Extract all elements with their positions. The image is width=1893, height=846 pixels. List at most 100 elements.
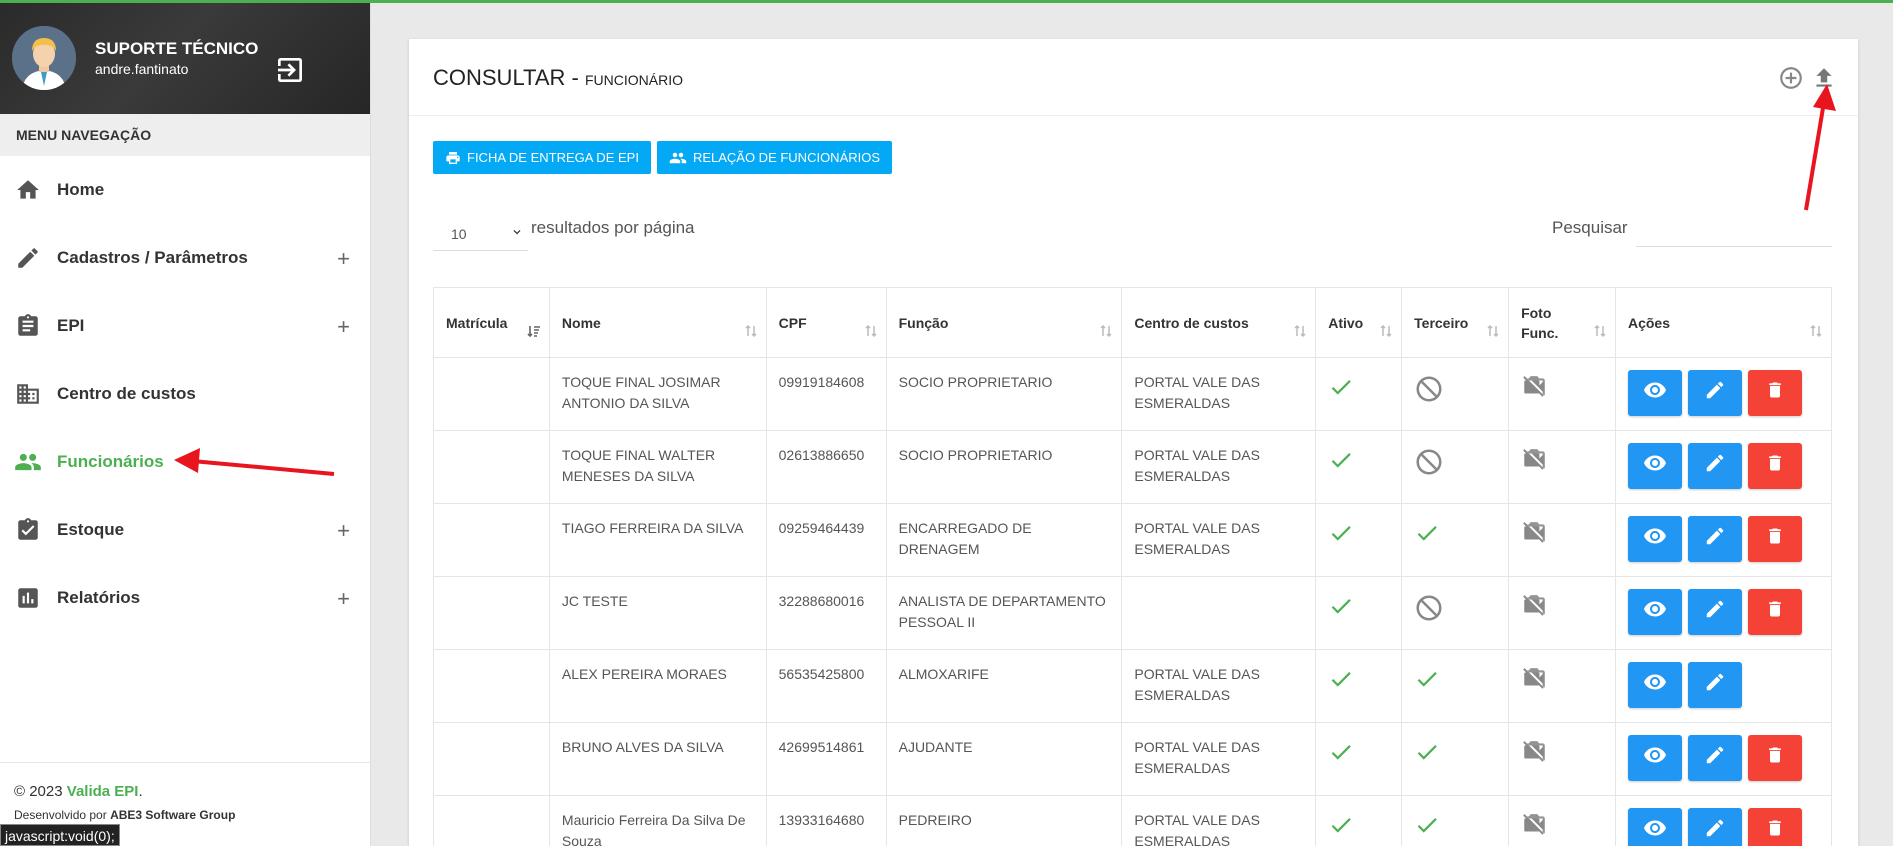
cell-terceiro [1401,503,1510,577]
trash-icon [1765,818,1785,844]
cell-ativo [1315,503,1403,577]
cell-foto [1508,430,1616,504]
expand-plus-icon[interactable]: + [337,586,350,612]
copyright: © 2023 Valida EPI. [14,783,357,800]
view-button[interactable] [1627,808,1682,846]
expand-plus-icon[interactable]: + [337,518,350,544]
column-header-nome[interactable]: Nome [548,287,767,358]
delete-button[interactable] [1747,443,1802,489]
search-label: Pesquisar [1552,218,1628,237]
sort-icon [1810,324,1822,338]
sort-icon [1294,324,1306,338]
view-button[interactable] [1627,662,1682,708]
sidebar-item-home[interactable]: Home [0,156,370,224]
column-header-matricula[interactable]: Matrícula [433,287,550,358]
column-header-ativo[interactable]: Ativo [1315,287,1403,358]
edit-button[interactable] [1687,589,1742,635]
cell-matricula [433,503,550,577]
sidebar-item-label: Home [57,180,105,199]
column-header-funcao[interactable]: Função [885,287,1123,358]
sidebar-item-label: Funcionários [57,452,164,471]
cell-cpf: 02613886650 [765,430,887,504]
copyright-suffix: . [138,783,143,800]
header-label: Ativo [1328,314,1364,331]
upload-icon[interactable] [1811,65,1837,91]
eye-icon [1643,816,1667,846]
sidebar-item-label: Centro de custos [57,384,196,403]
search-input[interactable] [1636,211,1832,247]
sidebar-item-epi[interactable]: EPI + [0,292,370,360]
edit-button[interactable] [1687,662,1742,708]
view-button[interactable] [1627,370,1682,416]
sort-icon [1594,324,1606,338]
user-login: andre.fantinato [95,61,189,77]
cell-matricula [433,722,550,796]
cell-cpf: 56535425800 [765,649,887,723]
ficha-epi-button[interactable]: FICHA DE ENTREGA DE EPI [433,141,651,174]
edit-button[interactable] [1687,808,1742,846]
delete-button[interactable] [1747,589,1802,635]
delete-button[interactable] [1747,370,1802,416]
brand-link[interactable]: Valida EPI [67,783,139,800]
sidebar-item-centro-de-custos[interactable]: Centro de custos [0,360,370,428]
cell-nome: TOQUE FINAL WALTER MENESES DA SILVA [548,430,767,504]
copyright-prefix: © 2023 [14,783,67,800]
expand-plus-icon[interactable]: + [337,314,350,340]
cell-ativo [1315,795,1403,846]
relacao-funcionarios-button[interactable]: RELAÇÃO DE FUNCIONÁRIOS [656,141,893,174]
cell-ativo [1315,357,1403,431]
edit-button[interactable] [1687,516,1742,562]
no-photo-icon [1521,376,1547,403]
cell-terceiro [1401,722,1510,796]
column-header-terceiro[interactable]: Terceiro [1401,287,1510,358]
edit-button[interactable] [1687,443,1742,489]
trash-icon [1765,599,1785,625]
header-label: Terceiro [1414,314,1469,331]
sidebar-item-relatorios[interactable]: Relatórios + [0,564,370,632]
eye-icon [1643,378,1667,408]
sidebar-item-estoque[interactable]: Estoque + [0,496,370,564]
cell-ativo [1315,722,1403,796]
cell-nome: Mauricio Ferreira Da Silva De Souza [548,795,767,846]
delete-button[interactable] [1747,516,1802,562]
add-circle-icon[interactable] [1778,65,1804,91]
table-row: TIAGO FERREIRA DA SILVA 09259464439 ENCARR… [433,503,1833,577]
delete-button[interactable] [1747,808,1802,846]
per-page-select[interactable]: 10 [433,215,528,251]
bar-chart-icon [14,584,42,612]
per-page-value: 10 [451,226,467,242]
sidebar-item-funcionarios[interactable]: Funcionários [0,428,370,496]
cell-acoes [1614,795,1833,846]
view-button[interactable] [1627,443,1682,489]
column-header-acoes[interactable]: Ações [1614,287,1833,358]
view-button[interactable] [1627,516,1682,562]
check-icon [1414,526,1440,549]
column-header-centro-de-custos[interactable]: Centro de custos [1121,287,1317,358]
dev-prefix: Desenvolvido por [14,808,111,822]
sidebar-item-label: Relatórios [57,588,141,607]
view-button[interactable] [1627,735,1682,781]
no-photo-icon [1521,595,1547,622]
sort-icon [1100,324,1112,338]
browser-status-bar: javascript:void(0); [0,824,120,846]
edit-button[interactable] [1687,370,1742,416]
cell-matricula [433,430,550,504]
edit-button[interactable] [1687,735,1742,781]
header-label: Matrícula [446,314,508,331]
content-card: CONSULTAR - FUNCIONÁRIO FICHA DE ENTREGA… [409,39,1858,846]
cell-centro-de-custos: PORTAL VALE DAS ESMERALDAS [1121,649,1317,723]
table-body: TOQUE FINAL JOSIMAR ANTONIO DA SILVA 0991… [433,357,1833,846]
pencil-icon [1704,598,1726,626]
column-header-foto-func[interactable]: Foto Func. [1508,287,1616,358]
no-photo-icon [1521,741,1547,768]
view-button[interactable] [1627,589,1682,635]
delete-button[interactable] [1747,735,1802,781]
logout-icon[interactable] [274,54,306,86]
column-header-cpf[interactable]: CPF [765,287,887,358]
sidebar-item-cadastros[interactable]: Cadastros / Parâmetros + [0,224,370,292]
cell-foto [1508,649,1616,723]
developer-credit: Desenvolvido por ABE3 Software Group [14,808,357,822]
expand-plus-icon[interactable]: + [337,246,350,272]
cell-foto [1508,576,1616,650]
cell-matricula [433,357,550,431]
